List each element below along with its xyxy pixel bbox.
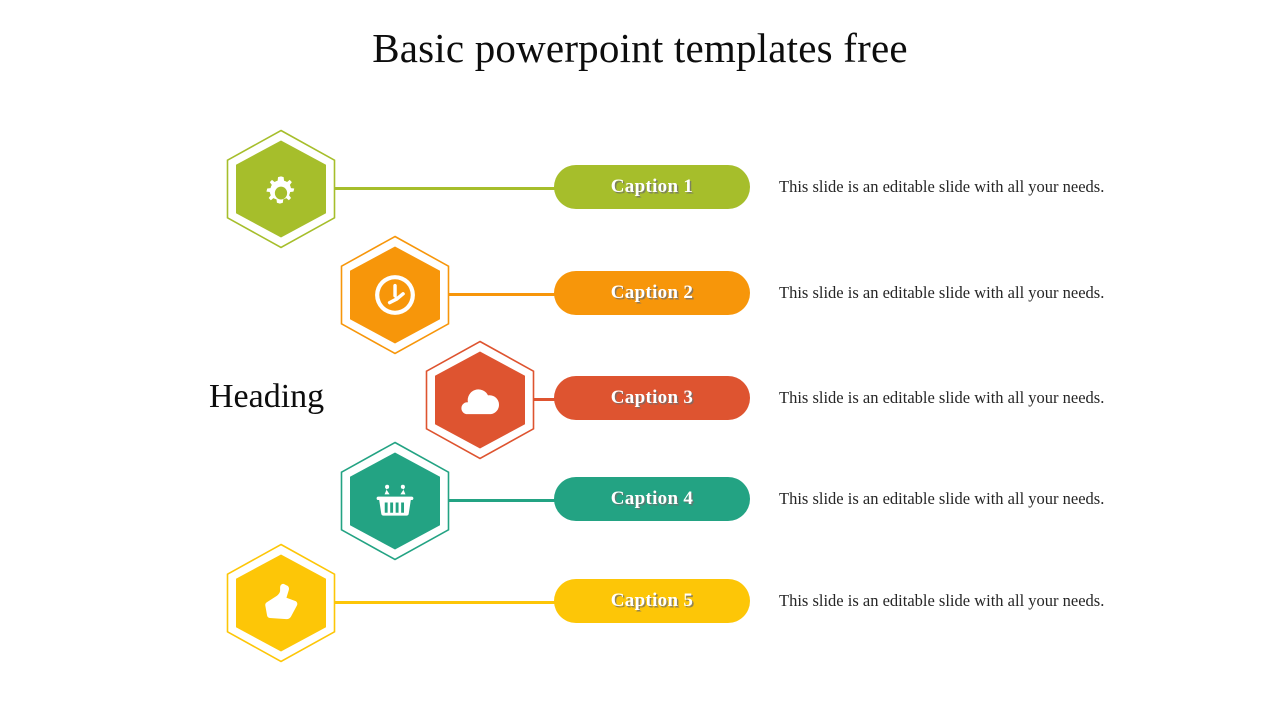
diagram-row: Caption 2 This slide is an editable slide… (0, 235, 1280, 355)
caption-pill[interactable]: Caption 5 (554, 579, 750, 623)
caption-label: Caption 3 (610, 387, 694, 408)
row-description: This slide is an editable slide with all… (779, 489, 1105, 508)
row-description: This slide is an editable slide with all… (779, 591, 1105, 610)
row-description: This slide is an editable slide with all… (779, 283, 1105, 302)
caption-pill[interactable]: Caption 4 (554, 477, 750, 521)
caption-pill[interactable]: Caption 2 (554, 271, 750, 315)
hexagon-badge[interactable] (225, 129, 337, 249)
hexagon-badge[interactable] (339, 235, 451, 355)
page-title: Basic powerpoint templates free (372, 25, 908, 71)
hexagon-fill (236, 140, 326, 238)
caption-pill[interactable]: Caption 1 (554, 165, 750, 209)
caption-pill[interactable]: Caption 3 (554, 376, 750, 420)
caption-label: Caption 1 (610, 176, 694, 197)
caption-label: Caption 2 (610, 282, 694, 303)
diagram-row: Caption 1 This slide is an editable slide… (0, 129, 1280, 249)
row-description: This slide is an editable slide with all… (779, 388, 1105, 407)
caption-label: Caption 4 (610, 488, 694, 509)
row-description: This slide is an editable slide with all… (779, 177, 1105, 196)
connector-line (448, 293, 560, 296)
connector-line (334, 601, 560, 604)
hexagon-fill (350, 246, 440, 344)
hexagon-badge[interactable] (225, 543, 337, 663)
connector-line (334, 187, 560, 190)
diagram-row: Caption 5 This slide is an editable slide… (0, 543, 1280, 663)
hexagon-fill (350, 452, 440, 550)
hexagon-fill (435, 351, 525, 449)
slide-canvas: Basic powerpoint templates free Heading … (0, 0, 1280, 720)
connector-line (448, 499, 560, 502)
hexagon-fill (236, 554, 326, 652)
caption-label: Caption 5 (610, 590, 694, 611)
